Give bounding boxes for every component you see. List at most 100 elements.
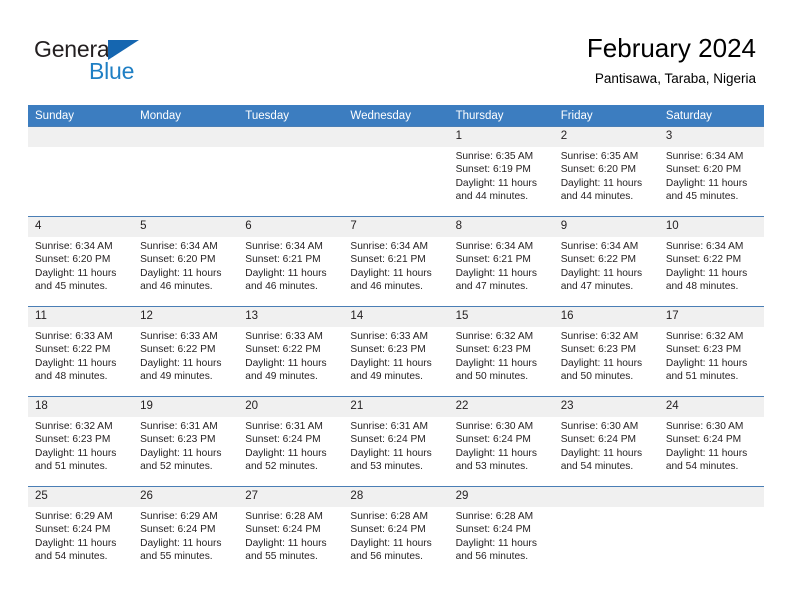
calendar-day-cell[interactable]: 28 Sunrise: 6:28 AM Sunset: 6:24 PM Dayligh… (343, 486, 449, 576)
day-number (28, 127, 134, 147)
calendar-day-cell[interactable]: 15 Sunrise: 6:32 AM Sunset: 6:23 PM Dayligh… (448, 306, 554, 397)
day-details: Sunrise: 6:33 AM Sunset: 6:22 PM Daylight:… (133, 327, 238, 384)
sunrise-text: Sunrise: 6:28 AM (350, 511, 429, 522)
calendar-day-cell[interactable]: 25 Sunrise: 6:29 AM Sunset: 6:24 PM Dayligh… (28, 486, 134, 576)
day-details: Sunrise: 6:30 AM Sunset: 6:24 PM Daylight:… (449, 417, 554, 474)
calendar-day-cell[interactable]: 3 Sunrise: 6:34 AM Sunset: 6:20 PM Daylight… (658, 126, 764, 217)
day-number (343, 127, 449, 147)
calendar-day-cell[interactable]: 7 Sunrise: 6:34 AM Sunset: 6:21 PM Daylight… (343, 216, 449, 307)
daylight-text: Daylight: 11 hours and 49 minutes. (140, 357, 222, 383)
sunrise-text: Sunrise: 6:34 AM (35, 241, 113, 252)
sunrise-text: Sunrise: 6:30 AM (560, 421, 639, 432)
sunrise-text: Sunrise: 6:33 AM (35, 331, 113, 342)
day-details: Sunrise: 6:28 AM Sunset: 6:24 PM Daylight:… (343, 507, 448, 564)
sunset-text: Sunset: 6:20 PM (140, 254, 216, 266)
daylight-text: Daylight: 11 hours and 55 minutes. (140, 537, 222, 563)
weekday-header-sunday: Sunday (28, 105, 134, 127)
day-details: Sunrise: 6:33 AM Sunset: 6:23 PM Daylight:… (343, 327, 448, 384)
day-details: Sunrise: 6:34 AM Sunset: 6:21 PM Daylight:… (449, 237, 554, 294)
calendar-day-cell[interactable]: 29 Sunrise: 6:28 AM Sunset: 6:24 PM Dayligh… (448, 486, 554, 576)
page-header: General Blue February 2024 Pantisawa, Ta… (0, 0, 792, 104)
calendar-body: 1 Sunrise: 6:35 AM Sunset: 6:19 PM Daylight… (28, 126, 764, 576)
day-number: 12 (133, 307, 239, 327)
calendar-day-cell[interactable]: 18 Sunrise: 6:32 AM Sunset: 6:23 PM Dayligh… (28, 396, 134, 487)
sunrise-text: Sunrise: 6:28 AM (455, 511, 534, 522)
daylight-text: Daylight: 11 hours and 44 minutes. (560, 177, 643, 203)
sunset-text: Sunset: 6:21 PM (245, 254, 321, 266)
day-number: 10 (658, 217, 764, 237)
calendar-day-cell[interactable]: 6 Sunrise: 6:34 AM Sunset: 6:21 PM Daylight… (238, 216, 344, 307)
sunrise-text: Sunrise: 6:34 AM (665, 241, 744, 252)
calendar-day-cell[interactable]: 14 Sunrise: 6:33 AM Sunset: 6:23 PM Dayligh… (343, 306, 449, 397)
calendar-day-cell-empty (553, 486, 659, 576)
sunset-text: Sunset: 6:24 PM (665, 434, 742, 446)
sunrise-text: Sunrise: 6:34 AM (140, 241, 218, 252)
sunrise-text: Sunrise: 6:31 AM (350, 421, 429, 432)
calendar-day-cell[interactable]: 20 Sunrise: 6:31 AM Sunset: 6:24 PM Dayligh… (238, 396, 344, 487)
day-details: Sunrise: 6:29 AM Sunset: 6:24 PM Daylight:… (28, 507, 133, 564)
calendar-day-cell-empty (238, 126, 344, 217)
sunrise-text: Sunrise: 6:33 AM (140, 331, 218, 342)
daylight-text: Daylight: 11 hours and 48 minutes. (35, 357, 117, 383)
calendar-day-cell[interactable]: 11 Sunrise: 6:33 AM Sunset: 6:22 PM Dayligh… (28, 306, 134, 397)
sunset-text: Sunset: 6:24 PM (455, 434, 531, 446)
daylight-text: Daylight: 11 hours and 56 minutes. (350, 537, 432, 563)
day-details: Sunrise: 6:32 AM Sunset: 6:23 PM Daylight:… (28, 417, 133, 474)
calendar-day-cell[interactable]: 13 Sunrise: 6:33 AM Sunset: 6:22 PM Dayligh… (238, 306, 344, 397)
daylight-text: Daylight: 11 hours and 56 minutes. (455, 537, 537, 563)
day-number: 18 (28, 397, 134, 417)
calendar-day-cell[interactable]: 9 Sunrise: 6:34 AM Sunset: 6:22 PM Daylight… (553, 216, 659, 307)
calendar-day-cell[interactable]: 2 Sunrise: 6:35 AM Sunset: 6:20 PM Daylight… (553, 126, 659, 217)
sunrise-text: Sunrise: 6:32 AM (560, 331, 639, 342)
day-number: 6 (238, 217, 344, 237)
daylight-text: Daylight: 11 hours and 46 minutes. (350, 267, 432, 293)
calendar-day-cell[interactable]: 26 Sunrise: 6:29 AM Sunset: 6:24 PM Dayligh… (133, 486, 239, 576)
calendar-day-cell[interactable]: 12 Sunrise: 6:33 AM Sunset: 6:22 PM Dayligh… (133, 306, 239, 397)
sunset-text: Sunset: 6:24 PM (350, 434, 426, 446)
calendar-day-cell-empty (658, 486, 764, 576)
day-number: 7 (343, 217, 449, 237)
sunset-text: Sunset: 6:22 PM (665, 254, 742, 266)
calendar-day-cell-empty (343, 126, 449, 217)
calendar-day-cell[interactable]: 1 Sunrise: 6:35 AM Sunset: 6:19 PM Daylight… (448, 126, 554, 217)
sunrise-text: Sunrise: 6:34 AM (350, 241, 429, 252)
calendar-day-cell[interactable]: 27 Sunrise: 6:28 AM Sunset: 6:24 PM Dayligh… (238, 486, 344, 576)
sunset-text: Sunset: 6:24 PM (455, 524, 531, 536)
sunrise-text: Sunrise: 6:32 AM (35, 421, 113, 432)
daylight-text: Daylight: 11 hours and 49 minutes. (245, 357, 327, 383)
sunset-text: Sunset: 6:20 PM (35, 254, 111, 266)
day-number: 24 (658, 397, 764, 417)
sunset-text: Sunset: 6:19 PM (455, 164, 531, 176)
sunrise-text: Sunrise: 6:30 AM (665, 421, 744, 432)
sunrise-text: Sunrise: 6:33 AM (245, 331, 323, 342)
day-details: Sunrise: 6:30 AM Sunset: 6:24 PM Daylight:… (659, 417, 764, 474)
calendar-day-cell[interactable]: 4 Sunrise: 6:34 AM Sunset: 6:20 PM Daylight… (28, 216, 134, 307)
calendar-day-cell[interactable]: 22 Sunrise: 6:30 AM Sunset: 6:24 PM Dayligh… (448, 396, 554, 487)
calendar-day-cell[interactable]: 16 Sunrise: 6:32 AM Sunset: 6:23 PM Dayligh… (553, 306, 659, 397)
daylight-text: Daylight: 11 hours and 44 minutes. (455, 177, 537, 203)
daylight-text: Daylight: 11 hours and 51 minutes. (665, 357, 748, 383)
calendar-day-cell[interactable]: 10 Sunrise: 6:34 AM Sunset: 6:22 PM Dayligh… (658, 216, 764, 307)
calendar-day-cell[interactable]: 5 Sunrise: 6:34 AM Sunset: 6:20 PM Daylight… (133, 216, 239, 307)
calendar-week-row: 11 Sunrise: 6:33 AM Sunset: 6:22 PM Dayligh… (28, 306, 764, 397)
daylight-text: Daylight: 11 hours and 52 minutes. (140, 447, 222, 473)
daylight-text: Daylight: 11 hours and 45 minutes. (35, 267, 117, 293)
calendar-day-cell[interactable]: 19 Sunrise: 6:31 AM Sunset: 6:23 PM Dayligh… (133, 396, 239, 487)
day-number: 28 (343, 487, 449, 507)
calendar-page: General Blue February 2024 Pantisawa, Ta… (0, 0, 792, 612)
day-details: Sunrise: 6:28 AM Sunset: 6:24 PM Daylight:… (238, 507, 343, 564)
calendar-header-row: Sunday Monday Tuesday Wednesday Thursday… (28, 105, 764, 127)
sunset-text: Sunset: 6:22 PM (140, 344, 216, 356)
day-number (658, 487, 764, 507)
calendar-day-cell[interactable]: 23 Sunrise: 6:30 AM Sunset: 6:24 PM Dayligh… (553, 396, 659, 487)
calendar-day-cell[interactable]: 21 Sunrise: 6:31 AM Sunset: 6:24 PM Dayligh… (343, 396, 449, 487)
daylight-text: Daylight: 11 hours and 54 minutes. (560, 447, 643, 473)
day-number: 27 (238, 487, 344, 507)
day-number: 23 (553, 397, 659, 417)
day-number: 11 (28, 307, 134, 327)
calendar-day-cell[interactable]: 8 Sunrise: 6:34 AM Sunset: 6:21 PM Daylight… (448, 216, 554, 307)
calendar-day-cell-empty (28, 126, 134, 217)
calendar-day-cell[interactable]: 24 Sunrise: 6:30 AM Sunset: 6:24 PM Dayligh… (658, 396, 764, 487)
day-details: Sunrise: 6:34 AM Sunset: 6:21 PM Daylight:… (238, 237, 343, 294)
calendar-day-cell[interactable]: 17 Sunrise: 6:32 AM Sunset: 6:23 PM Dayligh… (658, 306, 764, 397)
